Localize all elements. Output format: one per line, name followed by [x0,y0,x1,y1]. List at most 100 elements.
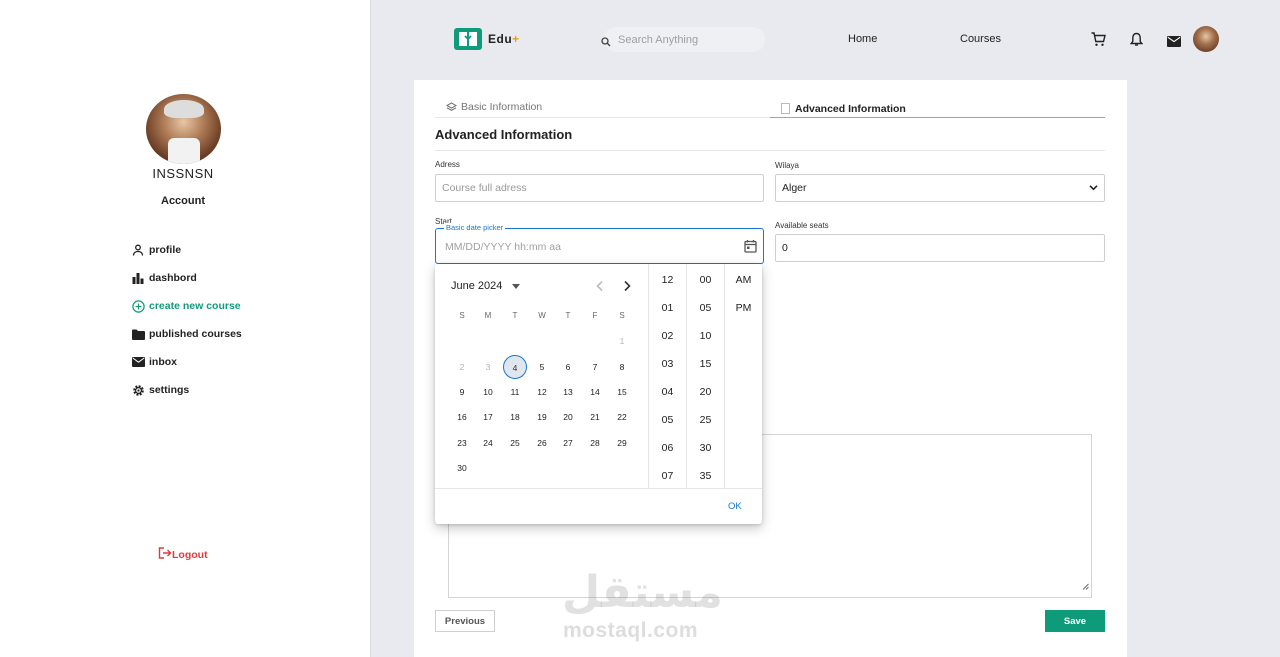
day-6[interactable]: 6 [556,355,580,379]
search-input[interactable]: Search Anything [601,27,765,52]
logo[interactable]: Edu+ [454,28,520,50]
day-20[interactable]: 20 [556,405,580,429]
minute-option[interactable]: 10 [687,330,724,342]
start-date-field[interactable]: Basic date picker MM/DD/YYYY hh:mm aa [435,223,764,264]
day-19[interactable]: 19 [530,405,554,429]
day-23[interactable]: 23 [450,431,474,455]
day-16[interactable]: 16 [450,405,474,429]
day-5[interactable]: 5 [530,355,554,379]
day-9[interactable]: 9 [450,380,474,404]
day-17[interactable]: 17 [476,405,500,429]
day-7[interactable]: 7 [583,355,607,379]
sidebar-item-settings[interactable]: settings [131,376,242,404]
day-2: 2 [459,362,465,372]
document-icon [781,103,790,114]
day-21[interactable]: 21 [583,405,607,429]
sidebar-item-create-course[interactable]: create new course [131,292,242,320]
minute-option[interactable]: 30 [687,442,724,454]
sidebar-item-dashboard[interactable]: dashbord [131,264,242,292]
am-option[interactable]: AM [725,274,762,286]
sidebar-item-inbox[interactable]: inbox [131,348,242,376]
nav-link-courses[interactable]: Courses [960,33,1001,45]
mail-icon[interactable] [1167,34,1181,52]
minute-option[interactable]: 05 [687,302,724,314]
minute-option[interactable]: 35 [687,470,724,482]
day-24[interactable]: 24 [476,431,500,455]
day-18[interactable]: 18 [503,405,527,429]
day-30[interactable]: 30 [450,456,474,480]
hour-option[interactable]: 04 [649,386,686,398]
next-month-icon[interactable] [622,279,632,297]
hour-option[interactable]: 01 [649,302,686,314]
hour-option[interactable]: 05 [649,414,686,426]
nav-link-home[interactable]: Home [848,33,877,45]
day-13[interactable]: 13 [556,380,580,404]
day-8[interactable]: 8 [610,355,634,379]
day-26[interactable]: 26 [530,431,554,455]
day-4-selected[interactable]: 4 [503,355,527,379]
wilaya-select[interactable]: Alger [775,174,1105,202]
address-field[interactable]: Course full adress [435,174,764,202]
day-15[interactable]: 15 [610,380,634,404]
search-icon [601,34,611,52]
watermark-latin: mostaql.com [563,619,699,642]
minute-option[interactable]: 20 [687,386,724,398]
day-27[interactable]: 27 [556,431,580,455]
pm-option[interactable]: PM [725,302,762,314]
logo-text: Edu+ [488,32,520,46]
day-11[interactable]: 11 [503,380,527,404]
chevron-down-icon [1089,183,1098,195]
layers-icon [446,101,457,113]
divider [435,150,1105,151]
calendar-icon[interactable] [744,239,757,258]
wilaya-value: Alger [782,182,807,194]
day-12[interactable]: 12 [530,380,554,404]
weekday-label: S [619,311,625,320]
weekday-label: M [484,311,492,320]
date-picker-legend: Basic date picker [444,223,506,232]
bell-icon[interactable] [1129,32,1144,52]
profile-avatar[interactable] [146,94,221,164]
section-title: Advanced Information [435,127,573,142]
previous-button[interactable]: Previous [435,610,495,632]
avatar[interactable] [1193,26,1219,52]
prev-month-icon[interactable] [595,279,605,297]
hour-option[interactable]: 03 [649,358,686,370]
cart-icon[interactable] [1091,32,1106,52]
logout-label: Logout [172,548,208,561]
date-placeholder: MM/DD/YYYY hh:mm aa [445,241,561,253]
hour-option[interactable]: 06 [649,442,686,454]
sidebar-item-label: published courses [149,328,242,340]
date-picker-popup: June 2024 S M T W T F S 1 2 3 4 5 6 7 8 … [435,264,762,524]
hour-option[interactable]: 07 [649,470,686,482]
account-label: Account [161,195,205,207]
step-advanced-information[interactable]: Advanced Information [770,100,1105,118]
minute-option[interactable]: 00 [687,274,724,286]
resize-handle-icon[interactable] [1082,577,1089,595]
avatar-shirt [168,138,200,164]
minute-option[interactable]: 25 [687,414,724,426]
step-basic-information[interactable]: Basic Information [446,101,542,113]
day-22[interactable]: 22 [610,405,634,429]
watermark-arabic: مستقل [562,567,723,618]
month-selector[interactable]: June 2024 [451,280,521,292]
address-label: Adress [435,160,460,169]
hour-option[interactable]: 12 [649,274,686,286]
ok-button[interactable]: OK [728,501,742,512]
sidebar-item-profile[interactable]: profile [131,236,242,264]
day-10[interactable]: 10 [476,380,500,404]
sidebar-item-published-courses[interactable]: published courses [131,320,242,348]
hour-option[interactable]: 02 [649,330,686,342]
day-14[interactable]: 14 [583,380,607,404]
weekday-label: F [592,311,598,320]
seats-value: 0 [782,242,788,254]
weekday-label: T [512,311,518,320]
logout-button[interactable]: Logout [158,547,208,562]
day-28[interactable]: 28 [583,431,607,455]
address-placeholder: Course full adress [442,182,527,194]
minute-option[interactable]: 15 [687,358,724,370]
save-button[interactable]: Save [1045,610,1105,632]
day-25[interactable]: 25 [503,431,527,455]
day-29[interactable]: 29 [610,431,634,455]
available-seats-field[interactable]: 0 [775,234,1105,262]
